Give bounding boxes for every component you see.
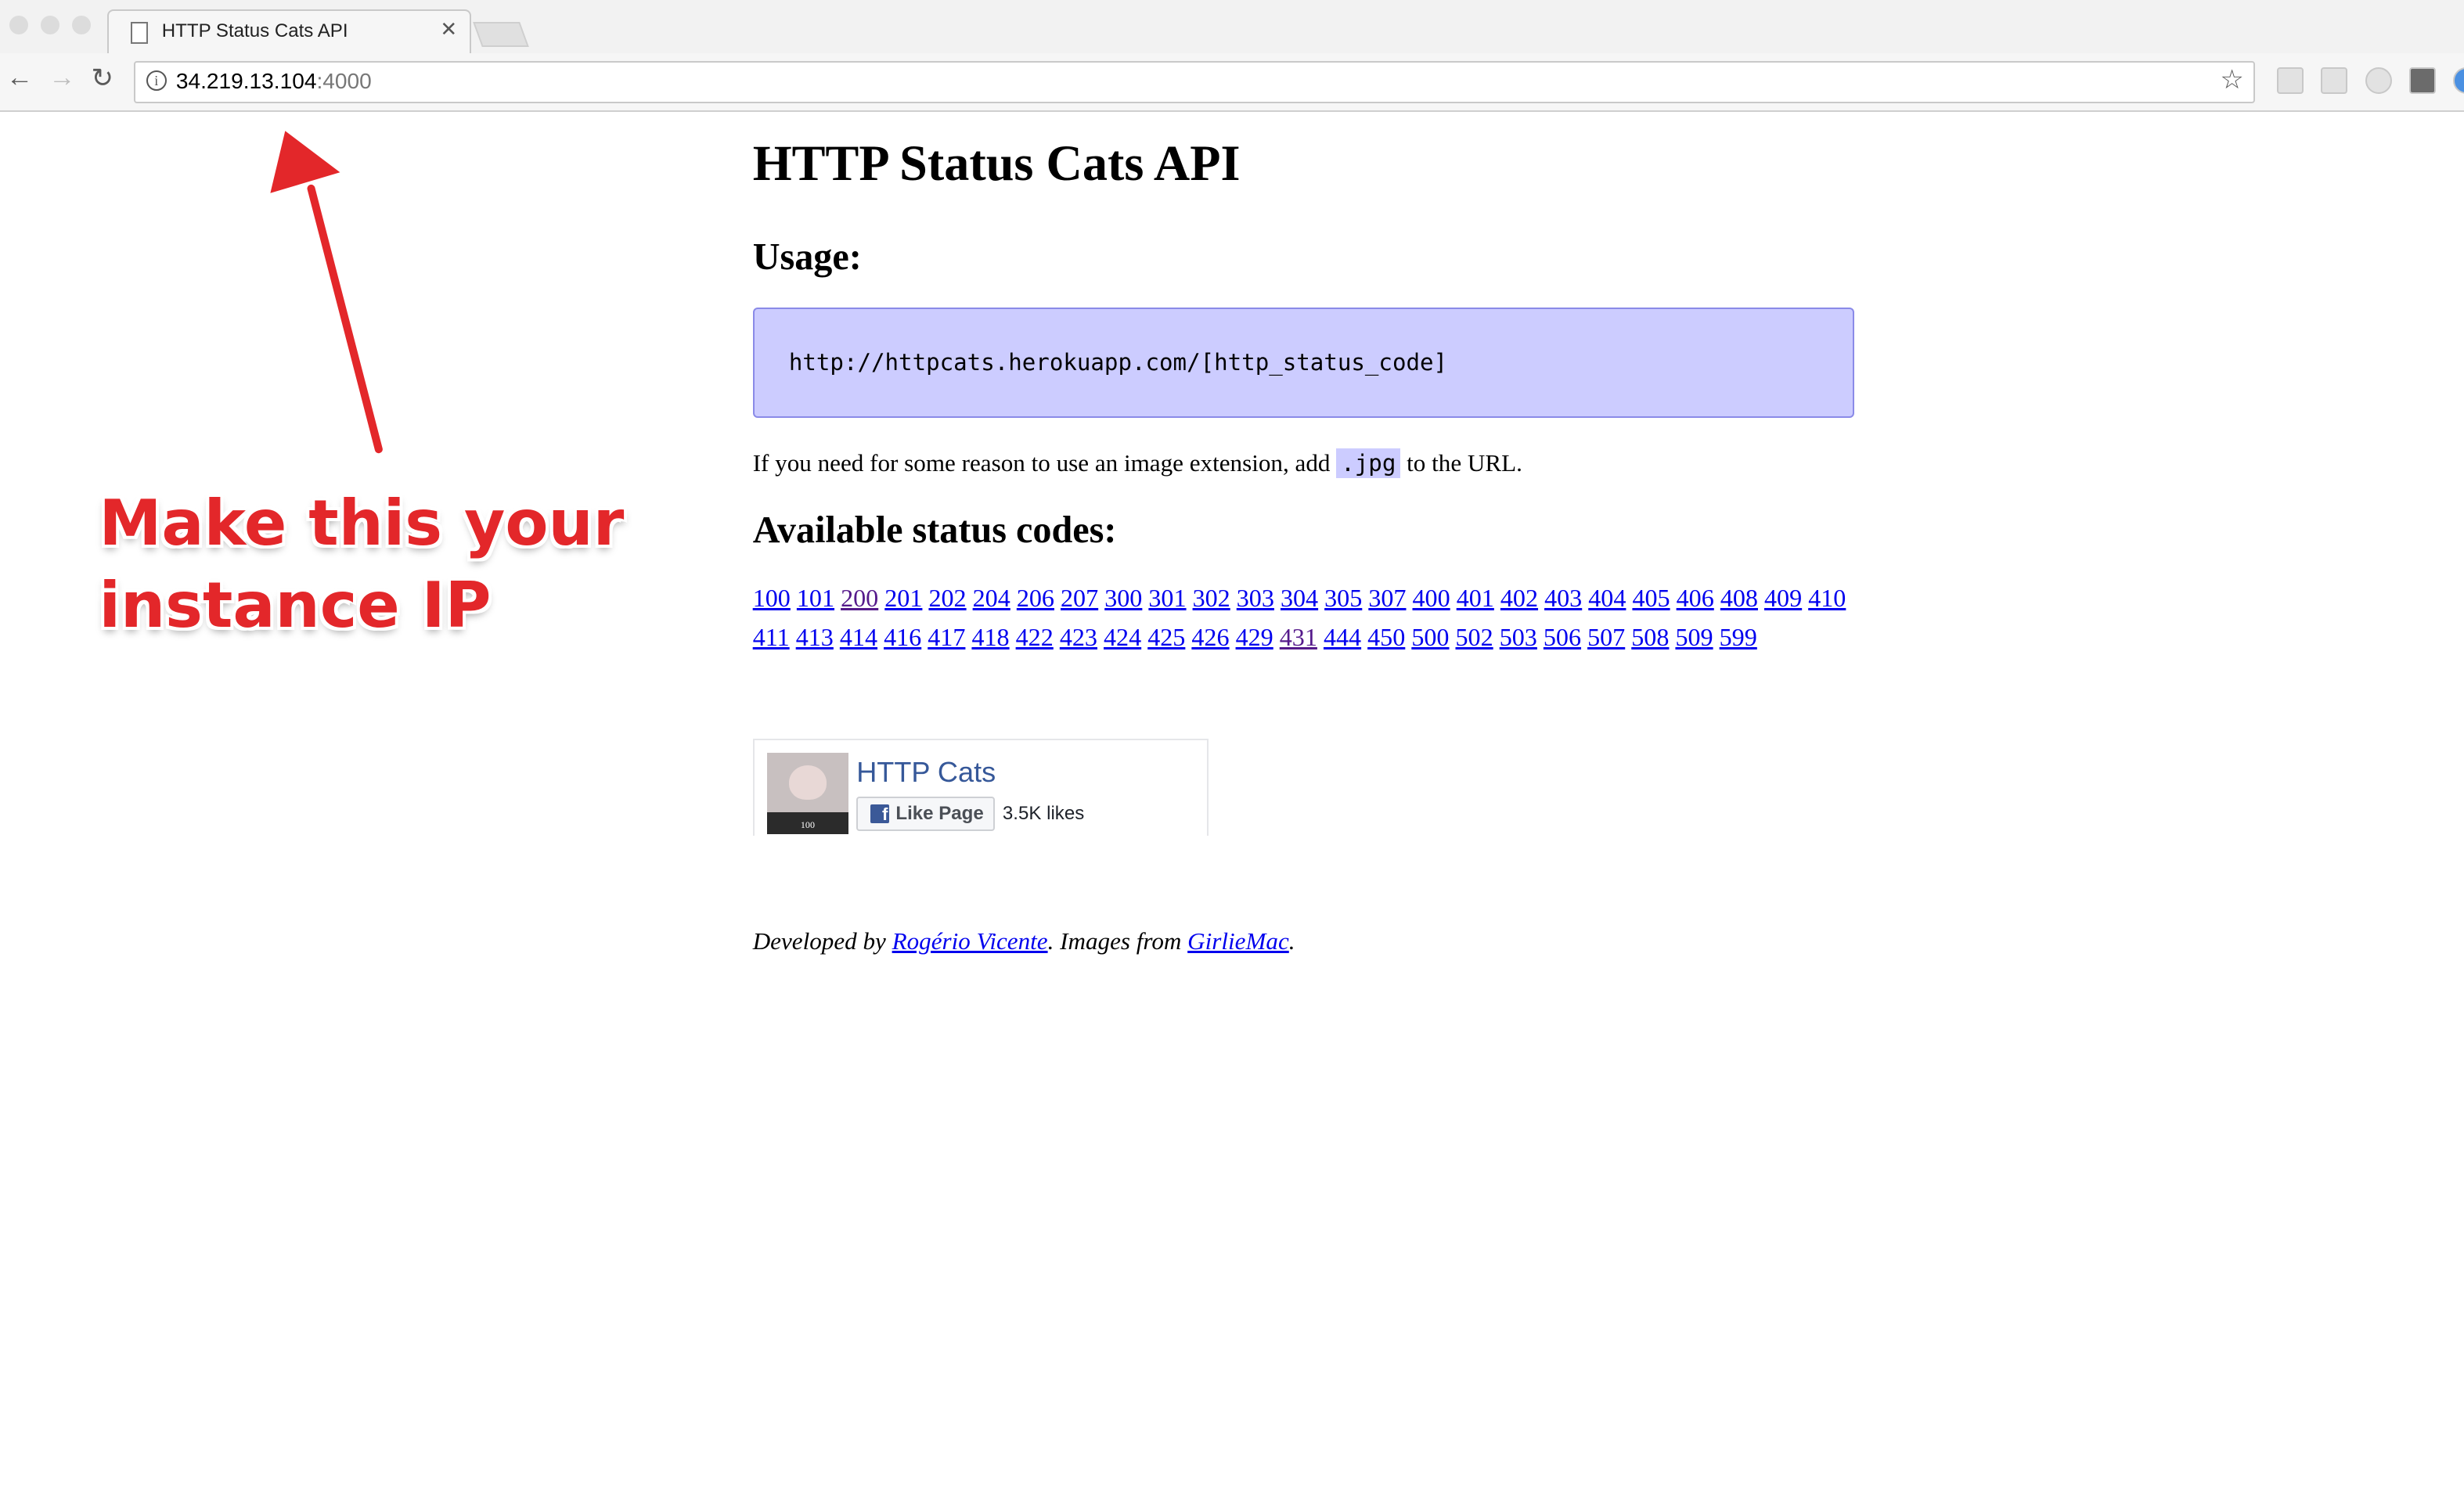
like-page-button[interactable]: f Like Page	[856, 796, 995, 832]
extension-text-after: to the URL.	[1400, 449, 1522, 477]
footer-middle: . Images from	[1047, 927, 1188, 955]
status-code-link-418[interactable]: 418	[971, 623, 1009, 651]
status-code-link-206[interactable]: 206	[1017, 584, 1054, 612]
usage-heading: Usage:	[752, 236, 862, 279]
usage-code-block: http://httpcats.herokuapp.com/[http_stat…	[752, 308, 1855, 418]
status-codes-list: 100 101 200 201 202 204 206 207 300 301 302 303 304 3…	[753, 578, 1861, 657]
likes-count: 3.5K likes	[1002, 802, 1085, 824]
status-code-link-503[interactable]: 503	[1500, 623, 1537, 651]
status-code-link-413[interactable]: 413	[796, 623, 834, 651]
status-code-link-400[interactable]: 400	[1413, 584, 1450, 612]
facebook-page-widget: 100 HTTP Cats f Like Page 3.5K likes	[752, 738, 1209, 837]
status-code-link-408[interactable]: 408	[1720, 584, 1758, 612]
footer-prefix: Developed by	[752, 927, 892, 955]
page-title: HTTP Status Cats API	[752, 135, 1241, 191]
status-code-link-204[interactable]: 204	[973, 584, 1010, 612]
more-extension-icon[interactable]	[2408, 67, 2436, 95]
status-codes-row: 100 101 200 201 202 204 206 207 300 301 302 303 304 3…	[753, 578, 1861, 617]
thumbnail-number: 100	[800, 819, 815, 831]
footer: Developed by Rogério Vicente. Images fro…	[753, 927, 1295, 955]
status-code-link-411[interactable]: 411	[753, 623, 790, 651]
status-code-link-202[interactable]: 202	[928, 584, 966, 612]
status-code-link-425[interactable]: 425	[1147, 623, 1185, 651]
cat-image	[788, 765, 827, 800]
status-code-link-404[interactable]: 404	[1588, 584, 1626, 612]
status-code-link-305[interactable]: 305	[1324, 584, 1362, 612]
annotation-text: Make this your instance IP	[99, 482, 665, 646]
page-content: HTTP Status Cats API Usage: http://httpc…	[752, 117, 1855, 657]
status-code-link-509[interactable]: 509	[1675, 623, 1713, 651]
status-code-link-207[interactable]: 207	[1061, 584, 1098, 612]
facebook-page-name[interactable]: HTTP Cats	[856, 756, 996, 789]
status-code-link-410[interactable]: 410	[1808, 584, 1846, 612]
status-code-link-101[interactable]: 101	[797, 584, 834, 612]
page-thumbnail[interactable]: 100	[766, 752, 849, 835]
facebook-icon: f	[870, 804, 890, 824]
extension-text-before: If you need for some reason to use an im…	[752, 449, 1337, 477]
status-code-link-431[interactable]: 431	[1280, 623, 1317, 651]
status-code-link-502[interactable]: 502	[1456, 623, 1493, 651]
status-code-link-500[interactable]: 500	[1411, 623, 1449, 651]
account-icon[interactable]	[2453, 67, 2464, 95]
status-code-link-414[interactable]: 414	[840, 623, 877, 651]
status-code-link-423[interactable]: 423	[1060, 623, 1097, 651]
status-code-link-401[interactable]: 401	[1457, 584, 1494, 612]
status-code-link-402[interactable]: 402	[1500, 584, 1538, 612]
author-link[interactable]: Rogério Vicente	[892, 927, 1048, 955]
footer-suffix: .	[1288, 927, 1295, 955]
status-codes-row: 411 413 414 416 417 418 422 423 424 425 426 429 431 4…	[753, 617, 1861, 657]
bookmark-star-icon[interactable]: ☆	[2220, 64, 2244, 95]
annotation-line1: Make this your	[99, 486, 625, 560]
status-code-link-303[interactable]: 303	[1237, 584, 1274, 612]
status-code-link-416[interactable]: 416	[884, 623, 921, 651]
status-code-link-201[interactable]: 201	[884, 584, 922, 612]
status-code-link-599[interactable]: 599	[1720, 623, 1757, 651]
extension-icon[interactable]	[2321, 67, 2348, 95]
status-code-link-424[interactable]: 424	[1104, 623, 1141, 651]
status-code-link-200[interactable]: 200	[841, 584, 878, 612]
profile-extension-icon[interactable]	[2365, 67, 2392, 95]
status-code-link-422[interactable]: 422	[1016, 623, 1054, 651]
status-code-link-506[interactable]: 506	[1544, 623, 1581, 651]
new-tab-button[interactable]	[473, 22, 530, 48]
status-code-link-405[interactable]: 405	[1632, 584, 1670, 612]
status-code-link-508[interactable]: 508	[1631, 623, 1669, 651]
status-code-link-426[interactable]: 426	[1191, 623, 1229, 651]
status-code-link-307[interactable]: 307	[1368, 584, 1406, 612]
source-link[interactable]: GirlieMac	[1187, 927, 1289, 955]
status-code-link-429[interactable]: 429	[1236, 623, 1273, 651]
annotation-arrow	[267, 127, 385, 456]
annotation-line2: instance IP	[99, 567, 492, 642]
like-page-label: Like Page	[895, 802, 984, 824]
status-code-link-302[interactable]: 302	[1193, 584, 1230, 612]
status-code-link-301[interactable]: 301	[1148, 584, 1186, 612]
status-code-link-444[interactable]: 444	[1324, 623, 1361, 651]
usage-code: http://httpcats.herokuapp.com/[http_stat…	[788, 348, 1448, 376]
status-code-link-403[interactable]: 403	[1544, 584, 1582, 612]
extension-code: .jpg	[1336, 448, 1401, 479]
status-code-link-409[interactable]: 409	[1764, 584, 1802, 612]
cast-icon[interactable]	[2277, 67, 2304, 95]
status-code-link-100[interactable]: 100	[753, 584, 791, 612]
status-code-link-507[interactable]: 507	[1587, 623, 1625, 651]
status-code-link-417[interactable]: 417	[928, 623, 965, 651]
status-code-link-450[interactable]: 450	[1367, 623, 1405, 651]
status-code-link-300[interactable]: 300	[1104, 584, 1142, 612]
status-code-link-304[interactable]: 304	[1281, 584, 1318, 612]
status-code-link-406[interactable]: 406	[1677, 584, 1714, 612]
codes-heading: Available status codes:	[752, 509, 1117, 552]
extension-note: If you need for some reason to use an im…	[753, 446, 1854, 480]
